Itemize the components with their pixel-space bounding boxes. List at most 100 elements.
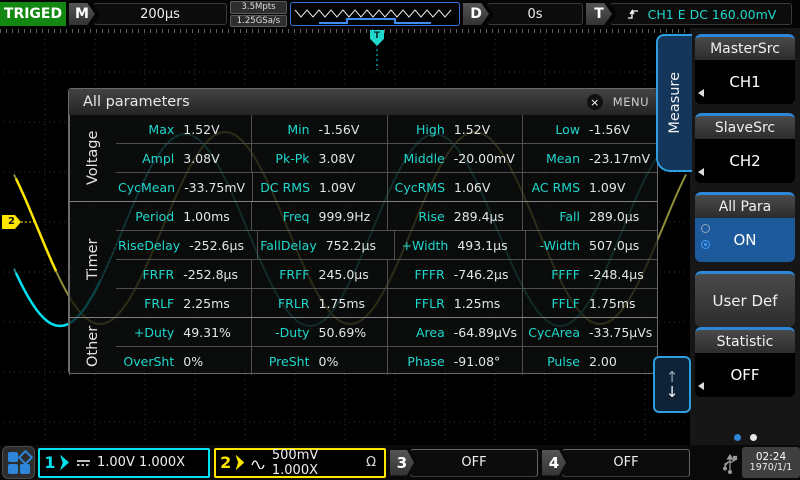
- param-value: 2.25ms: [174, 296, 247, 311]
- param-mean: Mean-23.17mV: [522, 144, 657, 172]
- param-value: -1.56V: [310, 122, 383, 137]
- table-row: Period1.00msFreq999.9HzRise289.4µsFall28…: [116, 202, 657, 230]
- param-low: Low-1.56V: [522, 115, 657, 143]
- param-name: FRFF: [254, 267, 309, 282]
- param-value: -23.17mV: [580, 151, 653, 166]
- channel-3-status[interactable]: 3OFF: [390, 449, 538, 477]
- measure-tab-label: Measure: [667, 72, 683, 134]
- impedance-label: Ω: [366, 455, 384, 470]
- preview-zigzag-icon: [291, 3, 459, 25]
- waveform-preview[interactable]: [290, 2, 460, 26]
- acquisition-info: 3.5Mpts 1.25GSa/s: [230, 1, 287, 27]
- param-frfr: FRFR-252.8µs: [116, 260, 251, 288]
- param-value: 1.75ms: [580, 296, 653, 311]
- sidebar-item-all-para[interactable]: All ParaON: [695, 192, 795, 262]
- horizontal-position-value[interactable]: 0s: [487, 3, 583, 25]
- channel-2-status[interactable]: 2500mV 1.000XΩ: [214, 448, 386, 478]
- param-fflf: FFLF1.75ms: [522, 289, 657, 317]
- param-name: Min: [254, 122, 309, 137]
- top-status-bar: TRIGED M 200µs 3.5Mpts 1.25GSa/s D 0s T …: [0, 0, 800, 28]
- sidebar-item-header: Statistic: [695, 327, 795, 353]
- param-cycmean: CycMean-33.75mV: [116, 173, 252, 201]
- param-high: High1.52V: [387, 115, 522, 143]
- measurement-table: VoltageMax1.52VMin-1.56VHigh1.52VLow-1.5…: [69, 115, 657, 375]
- param-middle: Middle-20.00mV: [387, 144, 522, 172]
- channel-4-status[interactable]: 4OFF: [542, 449, 690, 477]
- param-value: -1.56V: [580, 122, 653, 137]
- channel-scale-text: 1.00V 1.000X: [97, 455, 185, 470]
- sidebar-item-slavesrc[interactable]: SlaveSrcCH2: [695, 113, 795, 183]
- dialog-menu-label[interactable]: MENU: [613, 95, 649, 109]
- param-presht: PreSht0%: [251, 347, 386, 375]
- param-value: 2.00: [580, 354, 653, 369]
- sidebar-item-value[interactable]: OFF: [695, 353, 795, 397]
- param-value: 507.0µs: [580, 238, 653, 253]
- param-name: Pulse: [525, 354, 580, 369]
- channel-1-status[interactable]: 1 1.00V 1.000X: [38, 448, 210, 478]
- pagination-dot-other[interactable]: [750, 434, 757, 441]
- left-arrow-icon: [698, 89, 704, 97]
- sidebar-pagination[interactable]: [690, 434, 800, 441]
- sidebar-item-value[interactable]: CH1: [695, 60, 795, 104]
- sidebar-item-mastersrc[interactable]: MasterSrcCH1: [695, 34, 795, 104]
- table-row: OverSht0%PreSht0%Phase-91.08°Pulse2.00: [116, 346, 657, 375]
- param-min: Min-1.56V: [251, 115, 386, 143]
- dc-coupling-icon: [76, 457, 92, 469]
- table-row: Ampl3.08VPk-Pk3.08VMiddle-20.00mVMean-23…: [116, 143, 657, 172]
- param-name: RiseDelay: [118, 238, 180, 253]
- app-menu-icon[interactable]: [2, 446, 35, 479]
- param-pulse: Pulse2.00: [522, 347, 657, 375]
- table-row: FRFR-252.8µsFRFF245.0µsFFFR-746.2µsFFFF-…: [116, 259, 657, 288]
- scroll-indicator[interactable]: ↑ ↓: [653, 356, 691, 413]
- channel-off-value: OFF: [410, 449, 538, 477]
- param-value: 1.52V: [174, 122, 247, 137]
- radio-off-icon[interactable]: [701, 224, 710, 233]
- rising-edge-icon: [626, 7, 642, 21]
- left-arrow-icon: [698, 382, 704, 390]
- chevron-right-icon: [236, 455, 245, 471]
- param-name: CycRMS: [390, 180, 445, 195]
- sidebar-item-value[interactable]: ON: [695, 218, 795, 262]
- param-freq: Freq999.9Hz: [251, 202, 386, 230]
- section-voltage: VoltageMax1.52VMin-1.56VHigh1.52VLow-1.5…: [69, 115, 657, 201]
- section-label-voltage: Voltage: [69, 115, 116, 201]
- channel-number: 1: [40, 453, 60, 472]
- param-value: 1.00ms: [174, 209, 247, 224]
- param-name: FRLR: [254, 296, 309, 311]
- param-value: 289.0µs: [580, 209, 653, 224]
- timebase-value[interactable]: 200µs: [93, 3, 227, 25]
- param-value: -91.08°: [445, 354, 518, 369]
- param-value: 289.4µs: [445, 209, 518, 224]
- param-value: -20.00mV: [445, 151, 518, 166]
- sidebar-item-value[interactable]: CH2: [695, 139, 795, 183]
- dialog-title-bar[interactable]: All parameters × MENU: [69, 89, 657, 115]
- sidebar-item-user-def[interactable]: User Def: [695, 271, 795, 327]
- param-value: -33.75µVs: [580, 325, 653, 340]
- param-name: Period: [118, 209, 174, 224]
- param-phase: Phase-91.08°: [387, 347, 522, 375]
- param-value: 0%: [310, 354, 383, 369]
- param-value: 245.0µs: [310, 267, 383, 282]
- clock-date: 1970/1/1: [750, 463, 793, 474]
- param-cycrms: CycRMS1.06V: [387, 173, 522, 201]
- param-cycarea: CycArea-33.75µVs: [522, 318, 657, 346]
- radio-on-icon[interactable]: [701, 240, 710, 249]
- measure-menu-tab[interactable]: Measure: [656, 34, 692, 172]
- param-value: 50.69%: [310, 325, 383, 340]
- param-ampl: Ampl3.08V: [116, 144, 251, 172]
- param-frlf: FRLF2.25ms: [116, 289, 251, 317]
- section-other: Other+Duty49.31%-Duty50.69%Area-64.89µVs…: [69, 317, 657, 375]
- all-parameters-dialog: All parameters × MENU VoltageMax1.52VMin…: [68, 88, 658, 374]
- delay-d-badge: D: [463, 3, 489, 25]
- scroll-down-icon[interactable]: ↓: [666, 385, 679, 400]
- param-risedelay: RiseDelay-252.6µs: [116, 231, 257, 259]
- trigger-t-badge: T: [586, 3, 612, 25]
- pagination-dot-current[interactable]: [734, 434, 741, 441]
- param-area: Area-64.89µVs: [387, 318, 522, 346]
- table-row: RiseDelay-252.6µsFallDelay752.2µs+Width4…: [116, 230, 657, 259]
- close-icon[interactable]: ×: [587, 94, 603, 110]
- measure-sidebar: MasterSrcCH1 SlaveSrcCH2 All ParaON User De…: [690, 28, 800, 445]
- param-duty: -Duty50.69%: [251, 318, 386, 346]
- sidebar-item-statistic[interactable]: StatisticOFF: [695, 327, 795, 397]
- trigger-settings[interactable]: CH1 E DC 160.00mV: [610, 3, 792, 25]
